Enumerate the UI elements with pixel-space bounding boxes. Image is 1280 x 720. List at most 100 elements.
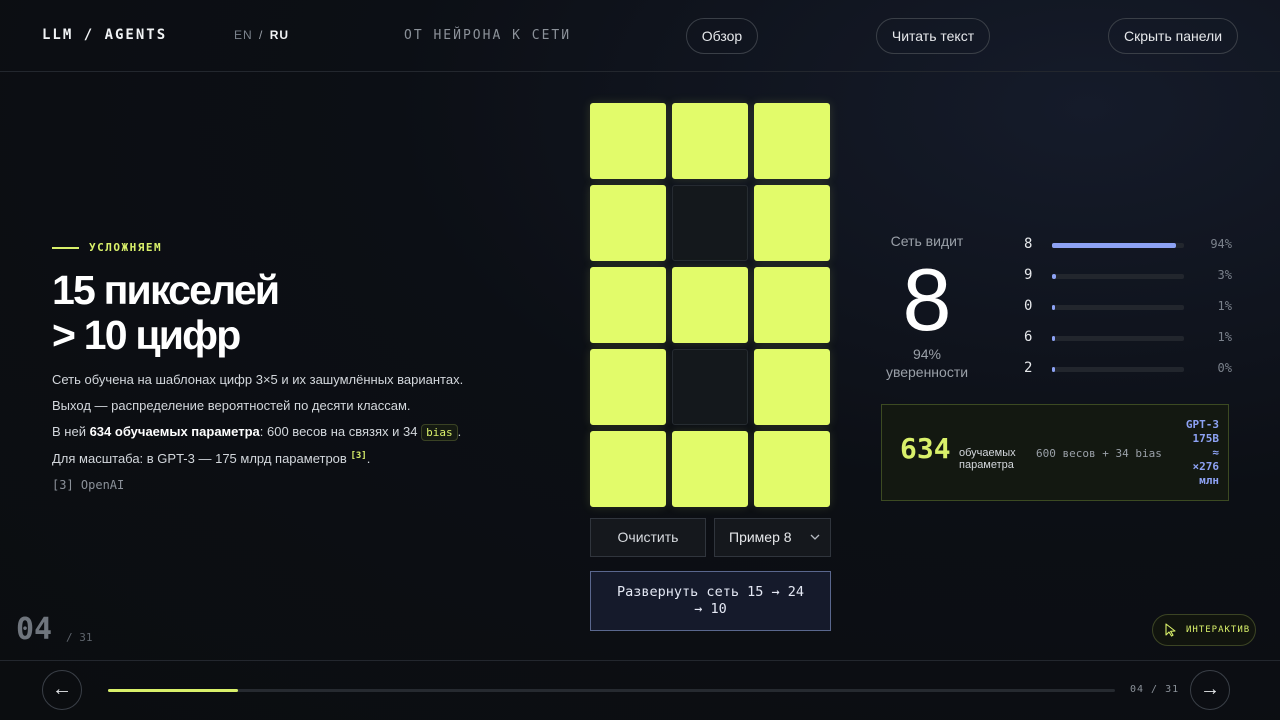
prob-track — [1052, 274, 1184, 279]
confidence-label: уверенности — [885, 364, 969, 380]
pixel-cell[interactable] — [672, 431, 748, 507]
paragraph-4: Для масштаба: в GPT-3 — 175 млрд парамет… — [52, 451, 370, 466]
slide-progress-fill — [108, 689, 238, 692]
interactive-badge[interactable]: ИНТЕРАКТИВ — [1152, 614, 1256, 646]
eyebrow: УСЛОЖНЯЕМ — [52, 241, 162, 254]
pixel-grid — [590, 103, 830, 507]
pixel-cell[interactable] — [672, 349, 748, 425]
prob-bar-fill — [1052, 243, 1176, 248]
pixel-cell[interactable] — [672, 103, 748, 179]
gpt3-comparison: GPT-3 175B ≈ ×276 млн — [1159, 418, 1219, 488]
pixel-cell[interactable] — [590, 185, 666, 261]
headline-line-1: 15 пикселей — [52, 267, 280, 313]
lang-separator: / — [259, 28, 264, 42]
params-label-line-1: обучаемых — [959, 447, 1016, 459]
arrow-left-icon: ← — [52, 678, 72, 700]
prob-digit: 9 — [1024, 267, 1033, 283]
params-breakdown: 600 весов + 34 bias — [1036, 447, 1162, 460]
pixel-cell[interactable] — [754, 267, 830, 343]
paragraph-4-text: Для масштаба: в GPT-3 — 175 млрд парамет… — [52, 451, 351, 466]
prob-value: 94% — [1210, 237, 1232, 251]
pixel-cell[interactable] — [754, 185, 830, 261]
prob-track — [1052, 336, 1184, 341]
paragraph-3-prefix: В ней — [52, 424, 90, 439]
prob-digit: 2 — [1024, 360, 1033, 376]
params-card: 634 обучаемых параметра 600 весов + 34 b… — [881, 404, 1229, 501]
prob-row: 6 1% — [1024, 329, 1232, 349]
prob-value: 1% — [1217, 299, 1232, 313]
pixel-cell[interactable] — [672, 185, 748, 261]
prob-value: 3% — [1217, 268, 1232, 282]
footer-slide-count: 04 / 31 — [1130, 684, 1180, 695]
prob-digit: 6 — [1024, 329, 1033, 345]
footer-divider — [0, 660, 1280, 661]
cursor-icon — [1164, 623, 1178, 642]
pixel-cell[interactable] — [590, 103, 666, 179]
prob-bar-fill — [1052, 305, 1055, 310]
expand-network-button[interactable]: Развернуть сеть 15 → 24 → 10 — [590, 571, 831, 631]
footnote-link[interactable]: [3] — [350, 451, 366, 461]
lang-ru[interactable]: RU — [270, 28, 289, 42]
clear-button[interactable]: Очистить — [590, 518, 706, 557]
prob-row: 8 94% — [1024, 236, 1232, 256]
eyebrow-text: УСЛОЖНЯЕМ — [89, 241, 163, 254]
prob-bar-fill — [1052, 274, 1056, 279]
paragraph-1: Сеть обучена на шаблонах цифр 3×5 и их з… — [52, 372, 464, 387]
example-select[interactable]: Пример 8 — [714, 518, 831, 557]
next-slide-button[interactable]: → — [1190, 670, 1230, 710]
prev-slide-button[interactable]: ← — [42, 670, 82, 710]
params-label: обучаемых параметра — [959, 447, 1016, 471]
params-label-line-2: параметра — [959, 459, 1014, 471]
prob-row: 0 1% — [1024, 298, 1232, 318]
cmp-line-1: GPT-3 — [1185, 418, 1219, 431]
pixel-cell[interactable] — [590, 349, 666, 425]
paragraph-3-suffix: . — [457, 424, 462, 439]
page-title: 15 пикселей > 10 цифр — [52, 268, 472, 358]
prob-track — [1052, 243, 1184, 248]
prob-track — [1052, 367, 1184, 372]
prob-bar-fill — [1052, 336, 1055, 341]
prob-digit: 0 — [1024, 298, 1033, 314]
paragraph-3-bold: 634 обучаемых параметра — [89, 424, 260, 439]
pixel-cell[interactable] — [672, 267, 748, 343]
prob-value: 1% — [1217, 330, 1232, 344]
cmp-line-5: млн — [1199, 474, 1219, 487]
pixel-cell[interactable] — [754, 349, 830, 425]
paragraph-4-suffix: . — [366, 451, 371, 466]
bias-code: bias — [421, 424, 458, 441]
eyebrow-line — [52, 246, 79, 249]
arrow-right-icon: → — [1200, 678, 1220, 700]
paragraph-3: В ней 634 обучаемых параметра: 600 весов… — [52, 424, 462, 441]
overview-button[interactable]: Обзор — [686, 18, 758, 54]
example-select-value: Пример 8 — [729, 529, 792, 545]
prob-value: 0% — [1217, 361, 1232, 375]
pixel-cell[interactable] — [754, 103, 830, 179]
sees-label: Сеть видит — [890, 233, 964, 249]
chevron-down-icon — [810, 519, 820, 572]
top-bar: LLM / AGENTS EN / RU ОТ НЕЙРОНА К СЕТИ О… — [0, 0, 1280, 72]
language-switch: EN / RU — [234, 28, 289, 42]
hide-panels-button[interactable]: Скрыть панели — [1108, 18, 1238, 54]
cmp-line-4: ×276 — [1192, 460, 1220, 473]
confidence: 94% уверенности — [869, 345, 985, 381]
pixel-cell[interactable] — [590, 267, 666, 343]
slide-number: 04 — [16, 612, 53, 647]
prob-track — [1052, 305, 1184, 310]
slide-total: / 31 — [66, 631, 93, 644]
brand-logo[interactable]: LLM / AGENTS — [42, 27, 167, 43]
params-count: 634 — [900, 432, 951, 465]
section-title: ОТ НЕЙРОНА К СЕТИ — [404, 28, 572, 43]
paragraph-2: Выход — распределение вероятностей по де… — [52, 398, 411, 413]
prob-row: 2 0% — [1024, 360, 1232, 380]
read-text-button[interactable]: Читать текст — [876, 18, 990, 54]
pixel-cell[interactable] — [754, 431, 830, 507]
lang-en[interactable]: EN — [234, 28, 253, 42]
confidence-percent: 94% — [912, 346, 942, 362]
expand-line-2: → 10 — [694, 601, 727, 617]
expand-line-1: Развернуть сеть 15 → 24 — [617, 584, 804, 600]
slide-progress[interactable] — [108, 689, 1115, 692]
prob-row: 9 3% — [1024, 267, 1232, 287]
reference-note: [3] OpenAI — [52, 478, 125, 492]
pixel-cell[interactable] — [590, 431, 666, 507]
prob-bar-fill — [1052, 367, 1055, 372]
